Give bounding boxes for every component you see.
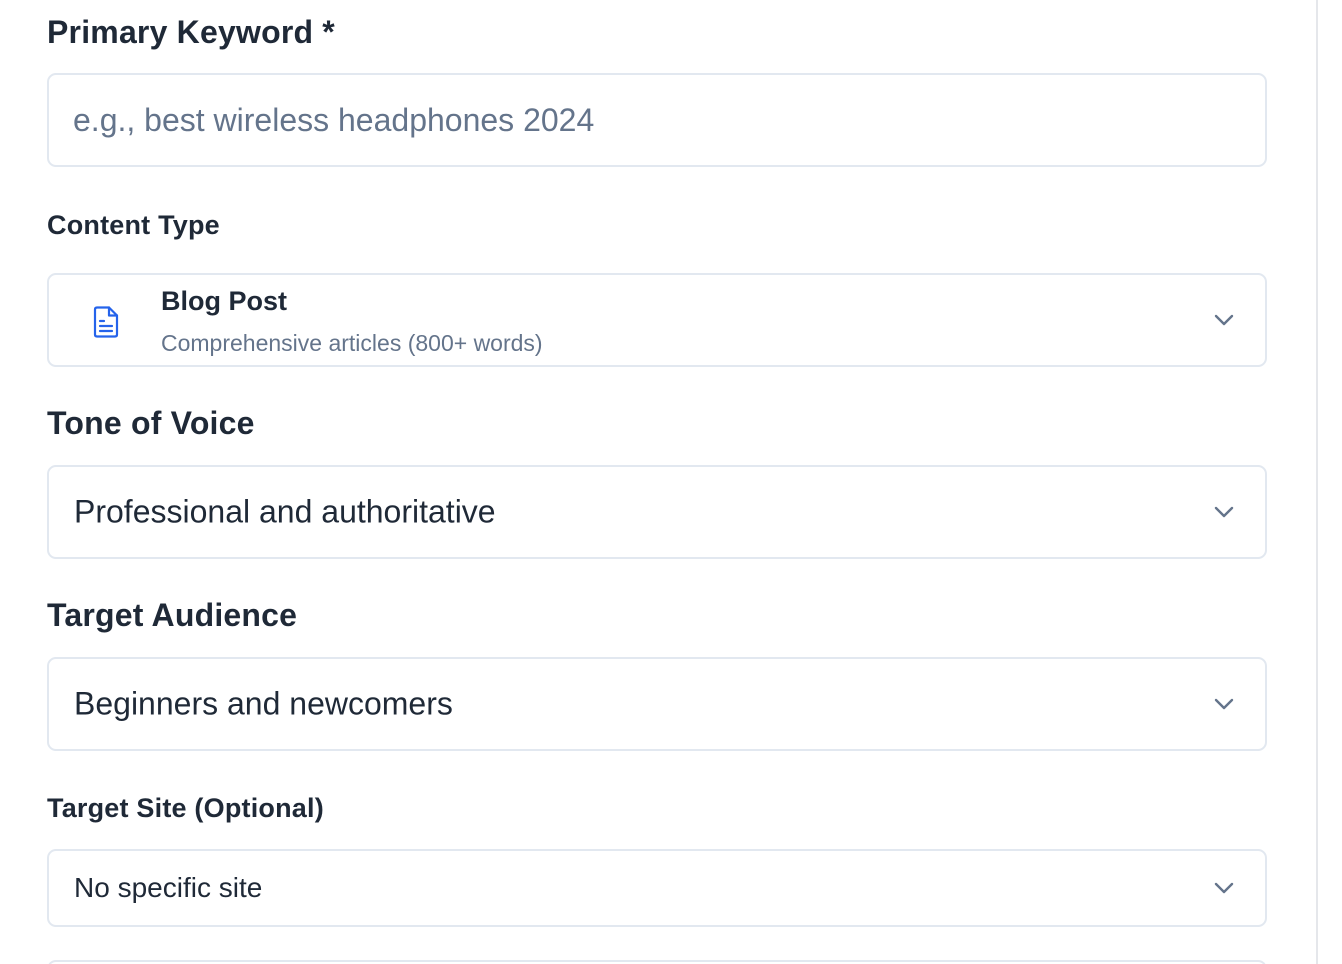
target-audience-label: Target Audience — [47, 597, 298, 633]
scroll-container-edge — [1316, 0, 1318, 964]
content-type-selected-title: Blog Post — [161, 286, 287, 316]
content-type-select[interactable]: Blog Post Comprehensive articles (800+ w… — [47, 273, 1267, 367]
content-form-page: Primary Keyword * Content Type Blog Post… — [0, 0, 1342, 964]
target-audience-value: Beginners and newcomers — [74, 685, 453, 722]
next-field-partial — [47, 960, 1267, 964]
document-icon — [93, 306, 119, 338]
chevron-down-icon — [1214, 314, 1234, 326]
tone-of-voice-select[interactable]: Professional and authoritative — [47, 465, 1267, 559]
chevron-down-icon — [1214, 698, 1234, 710]
content-type-label: Content Type — [47, 210, 220, 240]
target-site-label: Target Site (Optional) — [47, 793, 324, 823]
chevron-down-icon — [1214, 506, 1234, 518]
primary-keyword-input[interactable] — [49, 75, 1265, 165]
primary-keyword-label: Primary Keyword * — [47, 14, 335, 50]
target-site-select[interactable]: No specific site — [47, 849, 1267, 927]
target-audience-select[interactable]: Beginners and newcomers — [47, 657, 1267, 751]
content-type-selected-description: Comprehensive articles (800+ words) — [161, 330, 543, 356]
target-site-value: No specific site — [74, 872, 263, 903]
tone-of-voice-value: Professional and authoritative — [74, 493, 496, 530]
chevron-down-icon — [1214, 882, 1234, 894]
tone-of-voice-label: Tone of Voice — [47, 405, 255, 441]
primary-keyword-field[interactable] — [47, 73, 1267, 167]
